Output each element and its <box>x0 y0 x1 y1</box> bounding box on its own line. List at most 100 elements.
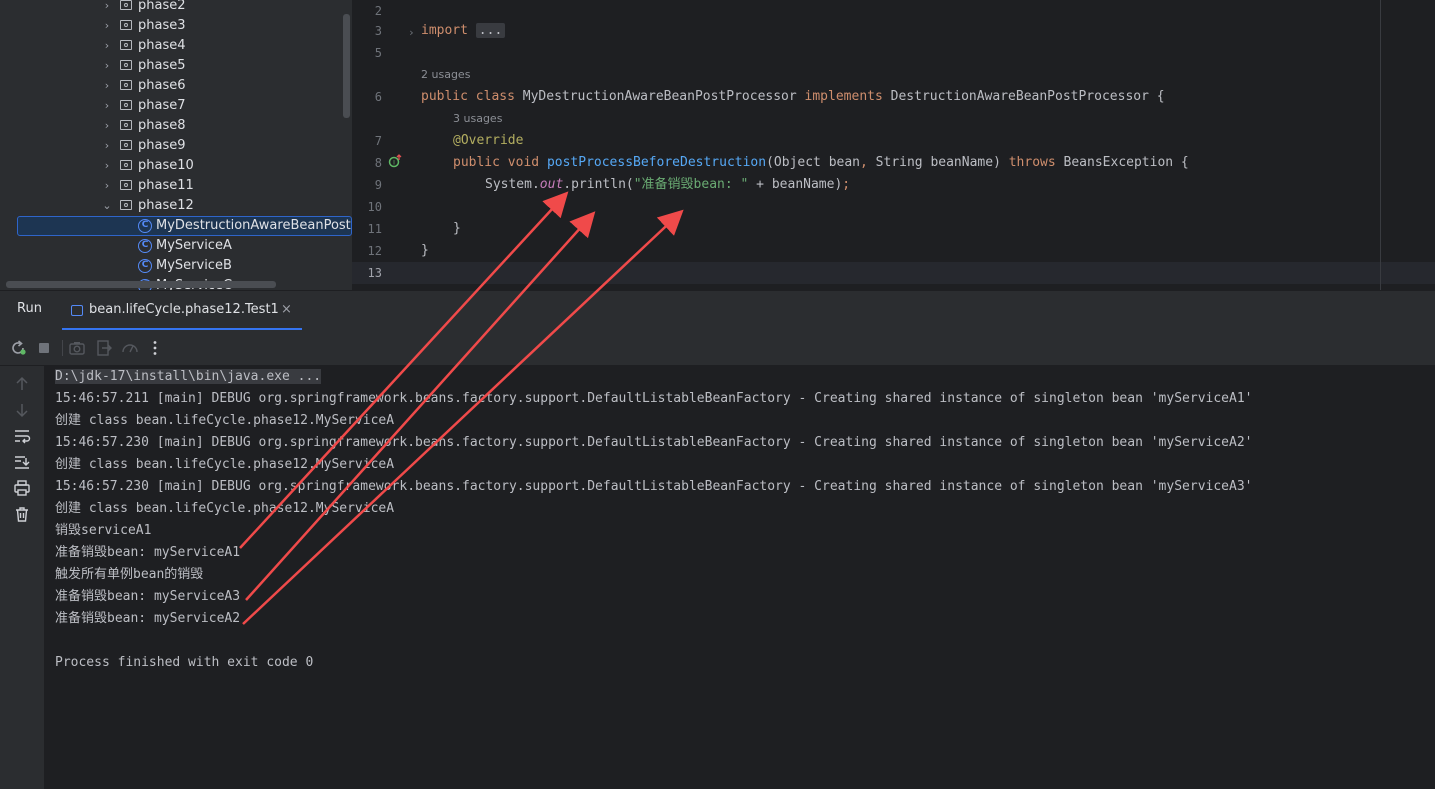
tree-item-class[interactable]: C MyServiceB <box>0 256 352 276</box>
code-line-close-method[interactable]: } <box>453 218 461 240</box>
tree-item-package[interactable]: › phase4 <box>0 36 352 56</box>
tree-item-label: MyServiceB <box>156 258 232 273</box>
chevron-right-icon[interactable]: › <box>101 16 113 36</box>
keyword: public <box>421 89 468 104</box>
chevron-right-icon[interactable]: › <box>101 96 113 116</box>
chevron-right-icon[interactable]: › <box>101 0 113 16</box>
console-output[interactable]: D:\jdk-17\install\bin\java.exe ... 15:46:… <box>45 366 1435 789</box>
usages-hint[interactable]: 2 usages <box>421 66 470 84</box>
stop-icon[interactable] <box>34 338 54 358</box>
comma: , <box>860 155 868 170</box>
tree-item-package[interactable]: › phase3 <box>0 16 352 36</box>
tree-horizontal-scrollbar[interactable] <box>6 281 276 288</box>
rerun-icon[interactable] <box>8 338 28 358</box>
console-line: 创建 class bean.lifeCycle.phase12.MyServic… <box>55 413 395 428</box>
tree-item-package[interactable]: › phase11 <box>0 176 352 196</box>
run-tab-label: bean.lifeCycle.phase12.Test1 <box>89 302 279 317</box>
console-line: 15:46:57.211 [main] DEBUG org.springfram… <box>55 391 1253 406</box>
soft-wrap-icon[interactable] <box>12 426 32 446</box>
tree-item-label: phase4 <box>138 38 186 53</box>
line-number: 9 <box>374 178 382 192</box>
more-icon[interactable] <box>145 338 165 358</box>
tree-item-package[interactable]: ⌄ phase12 <box>0 196 352 216</box>
override-method-icon[interactable]: I <box>388 154 402 168</box>
chevron-right-icon[interactable]: › <box>101 176 113 196</box>
package-icon <box>120 0 132 10</box>
line-number-current: 13 <box>367 266 382 280</box>
package-icon <box>120 120 132 130</box>
code-line-class-declaration[interactable]: public class MyDestructionAwareBeanPostP… <box>421 86 1165 108</box>
tree-item-package[interactable]: › phase10 <box>0 156 352 176</box>
annotation: @Override <box>453 133 524 148</box>
chevron-right-icon[interactable]: › <box>101 36 113 56</box>
tree-vertical-scrollbar[interactable] <box>343 14 350 118</box>
class-name: MyDestructionAwareBeanPostProcessor <box>522 89 797 104</box>
tree-item-label: phase3 <box>138 18 186 33</box>
exit-icon[interactable] <box>94 338 114 358</box>
tree-item-package[interactable]: › phase8 <box>0 116 352 136</box>
tree-item-class[interactable]: C MyServiceA <box>0 236 352 256</box>
console-side-toolbar <box>0 366 45 789</box>
class-ref: System. <box>485 177 540 192</box>
print-icon[interactable] <box>12 478 32 498</box>
console-line: 15:46:57.230 [main] DEBUG org.springfram… <box>55 479 1253 494</box>
chevron-right-icon[interactable]: › <box>101 136 113 156</box>
tree-item-label: MyServiceA <box>156 238 232 253</box>
keyword: public <box>453 155 500 170</box>
code-editor[interactable]: 2 3 5 6 7 8 9 10 11 12 13 › I import ...… <box>352 0 1435 290</box>
fold-chevron-icon[interactable]: › <box>408 22 415 44</box>
class-icon: C <box>138 239 152 253</box>
project-tree: › phase2 › phase3 › phase4 › phase5 › phase6 › phas… <box>0 0 352 290</box>
tree-item-package[interactable]: › phase5 <box>0 56 352 76</box>
folded-imports[interactable]: ... <box>475 23 506 38</box>
code-line-method-signature[interactable]: public void postProcessBeforeDestruction… <box>453 152 1189 174</box>
arrow-up-icon[interactable] <box>12 374 32 394</box>
code-line-close-class[interactable]: } <box>421 240 429 262</box>
console-command-line[interactable]: D:\jdk-17\install\bin\java.exe ... <box>55 366 322 388</box>
tree-item-label: phase10 <box>138 158 194 173</box>
package-icon <box>120 160 132 170</box>
console-line: 触发所有单例bean的销毁 <box>55 567 204 582</box>
tree-item-package[interactable]: › phase6 <box>0 76 352 96</box>
line-number: 3 <box>374 24 382 38</box>
console-line: 销毁serviceA1 <box>55 523 152 538</box>
tree-item-class[interactable]: C MyDestructionAwareBeanPostP <box>0 216 352 236</box>
tree-item-label: MyDestructionAwareBeanPostP <box>156 218 352 233</box>
tree-item-package[interactable]: › phase2 <box>0 0 352 16</box>
run-tab-test1[interactable]: bean.lifeCycle.phase12.Test1 × <box>62 291 302 331</box>
package-icon <box>120 80 132 90</box>
usages-hint[interactable]: 3 usages <box>453 110 502 128</box>
chevron-right-icon[interactable]: › <box>101 116 113 136</box>
code-line-println[interactable]: System.out.println("准备销毁bean: " + beanNa… <box>485 174 850 196</box>
close-tab-icon[interactable]: × <box>281 302 292 317</box>
line-number: 12 <box>367 244 382 258</box>
chevron-down-icon[interactable]: ⌄ <box>101 196 113 216</box>
package-icon <box>120 40 132 50</box>
console-command-text: D:\jdk-17\install\bin\java.exe ... <box>55 369 322 384</box>
trash-icon[interactable] <box>12 504 32 524</box>
code-line-annotation[interactable]: @Override <box>453 130 523 152</box>
parameters: (Object bean <box>766 155 861 170</box>
profiler-icon[interactable] <box>120 338 140 358</box>
keyword: import <box>421 23 468 38</box>
camera-icon[interactable] <box>67 338 87 358</box>
code-line-import[interactable]: import ... <box>421 20 506 42</box>
tree-item-package[interactable]: › phase9 <box>0 136 352 156</box>
run-window-title: Run <box>17 301 42 316</box>
brace: } <box>453 221 461 236</box>
tree-item-label: phase8 <box>138 118 186 133</box>
package-icon <box>120 200 132 210</box>
class-icon: C <box>138 219 152 233</box>
scroll-to-end-icon[interactable] <box>12 452 32 472</box>
chevron-right-icon[interactable]: › <box>101 76 113 96</box>
tree-item-label: phase6 <box>138 78 186 93</box>
keyword: class <box>475 89 515 104</box>
console-line: 创建 class bean.lifeCycle.phase12.MyServic… <box>55 457 395 472</box>
chevron-right-icon[interactable]: › <box>101 156 113 176</box>
tree-item-label: phase5 <box>138 58 186 73</box>
tree-item-package[interactable]: › phase7 <box>0 96 352 116</box>
brace: } <box>421 243 429 258</box>
arrow-down-icon[interactable] <box>12 400 32 420</box>
line-number: 5 <box>374 46 382 60</box>
chevron-right-icon[interactable]: › <box>101 56 113 76</box>
